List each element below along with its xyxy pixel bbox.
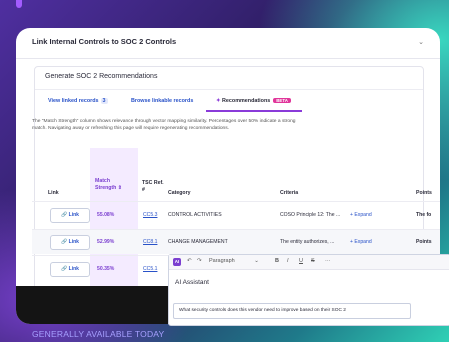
tab-browse-linkable[interactable]: Browse linkable records [131,98,193,104]
section-title: Generate SOC 2 Recommendations [45,73,158,80]
sparkle-icon: ✦ [216,98,221,104]
linked-count-badge: 3 [100,98,108,104]
tab-view-linked-label: View linked records [48,98,99,104]
beta-badge: BETA [273,98,291,103]
match-strength-value: 50.35% [97,266,115,272]
match-strength-column-highlight [90,148,138,294]
row-band [32,230,440,254]
chevron-down-icon[interactable]: ⌄ [418,38,424,46]
chevron-down-icon: ⌄ [254,258,259,264]
divider [35,89,423,90]
col-header-link: Link [48,190,59,196]
paragraph-select[interactable]: Paragraph ⌄ [209,258,259,264]
link-button-label: Link [68,239,79,245]
bold-button[interactable]: B [275,258,279,264]
editor-toolbar: AI ↶ ↷ Paragraph ⌄ B I U S ··· [169,255,449,270]
underline-button[interactable]: U [299,258,303,264]
footer-tagline: GENERALLY AVAILABLE TODAY [32,329,165,339]
link-button-label: Link [68,266,79,272]
match-strength-description: The "Match Strength" column shows releva… [32,119,296,131]
expand-button[interactable]: + Expand [350,212,372,218]
points-value: The fo [416,212,432,218]
more-options-icon[interactable]: ··· [325,258,331,264]
col-header-points: Points [416,190,432,196]
criteria-value: The entity authorizes, ... [280,239,335,245]
link-icon: 🔗 [61,212,68,218]
col-header-match-label: Match Strength [95,178,117,191]
link-button[interactable]: 🔗 Link [50,208,90,223]
col-header-tsc: TSC Ref. # [142,180,164,193]
criteria-value: COSO Principle 12: The ... [280,212,341,218]
ai-assistant-title: AI Assistant [175,279,209,286]
redo-icon[interactable]: ↷ [197,258,202,264]
points-value: Points [416,239,432,245]
link-button[interactable]: 🔗 Link [50,235,90,250]
strikethrough-button[interactable]: S [311,258,315,264]
match-strength-value: 55.08% [97,212,115,218]
link-button[interactable]: 🔗 Link [50,262,90,277]
ai-assistant-editor: AI ↶ ↷ Paragraph ⌄ B I U S ··· AI Assist… [168,254,449,326]
card-title: Link Internal Controls to SOC 2 Controls [32,37,177,46]
italic-button[interactable]: I [287,258,289,264]
tab-recommendations[interactable]: ✦ Recommendations BETA [216,98,291,104]
header-divider [32,201,440,202]
category-value: CHANGE MANAGEMENT [168,239,228,245]
link-icon: 🔗 [61,266,68,272]
ai-badge[interactable]: AI [173,258,181,266]
undo-icon[interactable]: ↶ [187,258,192,264]
col-header-match-strength[interactable]: Match Strength ⇕ [95,178,131,191]
active-tab-underline [206,110,302,112]
tsc-ref-link[interactable]: CC5.3 [143,212,157,218]
category-value: CONTROL ACTIVITIES [168,212,222,218]
col-header-category: Category [168,190,191,196]
match-strength-value: 52.99% [97,239,115,245]
tsc-ref-link[interactable]: CC8.1 [143,239,157,245]
ai-prompt-text: What security controls does this vendor … [179,308,346,313]
paragraph-select-label: Paragraph [209,258,235,264]
dark-overlay-band [16,286,168,324]
link-button-label: Link [68,212,79,218]
tab-view-linked[interactable]: View linked records 3 [48,98,108,104]
tsc-ref-link[interactable]: CC5.1 [143,266,157,272]
expand-button[interactable]: + Expand [350,239,372,245]
ai-prompt-input[interactable]: What security controls does this vendor … [173,303,411,319]
top-accent-marker [16,0,22,8]
link-icon: 🔗 [61,239,68,245]
col-header-criteria: Criteria [280,190,299,196]
tab-recommendations-label: Recommendations [222,98,271,104]
card-header[interactable]: Link Internal Controls to SOC 2 Controls… [16,28,440,59]
sort-icon[interactable]: ⇕ [118,185,122,191]
